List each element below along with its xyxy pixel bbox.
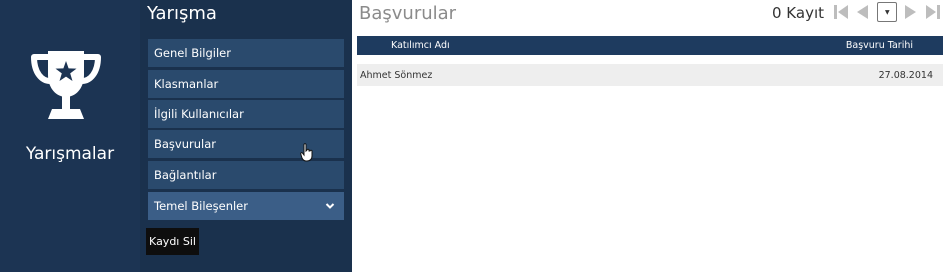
- chevron-down-icon[interactable]: [325, 201, 335, 211]
- app-sidebar: Yarışmalar: [0, 0, 140, 272]
- menu-item-label: Başvurular: [154, 137, 217, 151]
- menu-item-label: Temel Bileşenler: [154, 199, 248, 213]
- trophy-icon: [31, 51, 101, 119]
- cell-application-date: 27.08.2014: [878, 70, 933, 81]
- page-title: Başvurular: [359, 3, 457, 24]
- last-page-icon[interactable]: [924, 3, 942, 21]
- hand-cursor-icon: [300, 143, 313, 162]
- menu-title: Yarışma: [147, 3, 217, 24]
- page-select-icon[interactable]: ▼: [877, 2, 897, 22]
- menu-item-related-users[interactable]: İlgili Kullanıcılar: [148, 100, 344, 128]
- menu-item-general-info[interactable]: Genel Bilgiler: [148, 39, 344, 67]
- previous-page-icon[interactable]: [853, 3, 871, 21]
- table-row[interactable]: Ahmet Sönmez 27.08.2014: [357, 64, 943, 86]
- menu-item-label: Klasmanlar: [154, 77, 219, 91]
- menu-item-core-components[interactable]: Temel Bileşenler: [148, 192, 344, 220]
- cell-participant-name: Ahmet Sönmez: [360, 70, 433, 81]
- menu-item-label: Genel Bilgiler: [154, 46, 231, 60]
- menu-item-applications[interactable]: Başvurular: [148, 130, 344, 158]
- navigation-menu: Yarışma Genel Bilgiler Klasmanlar İlgili…: [140, 0, 352, 272]
- app-title: Yarışmalar: [25, 144, 115, 164]
- menu-item-label: Bağlantılar: [154, 168, 217, 182]
- column-header-application-date[interactable]: Başvuru Tarihi: [846, 40, 913, 51]
- menu-item-links[interactable]: Bağlantılar: [148, 161, 344, 189]
- delete-record-button[interactable]: Kaydı Sil: [146, 228, 199, 255]
- first-page-icon[interactable]: [832, 3, 850, 21]
- next-page-icon[interactable]: [902, 3, 920, 21]
- column-header-participant[interactable]: Katılımcı Adı: [391, 40, 450, 51]
- main-content: Başvurular 0 Kayıt ▼ Katılımcı Adı Başvu…: [352, 0, 950, 272]
- record-count: 0 Kayıt: [772, 4, 825, 22]
- menu-item-classifications[interactable]: Klasmanlar: [148, 70, 344, 98]
- table-header: Katılımcı Adı Başvuru Tarihi: [357, 36, 943, 55]
- menu-item-label: İlgili Kullanıcılar: [154, 107, 244, 121]
